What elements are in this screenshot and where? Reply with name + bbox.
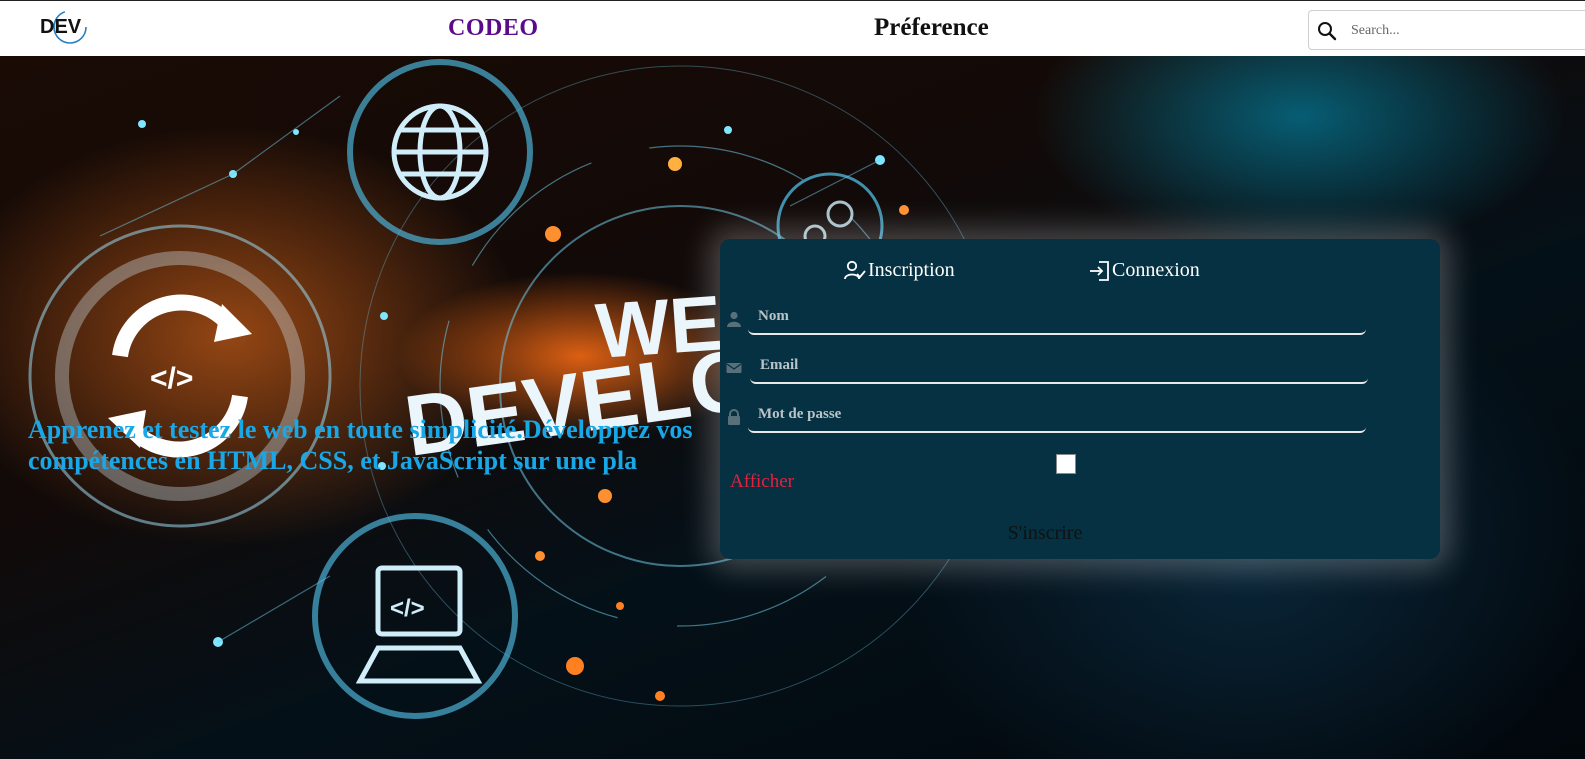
tab-inscription[interactable]: Inscription xyxy=(844,259,955,282)
show-password-label: Afficher xyxy=(730,471,795,492)
search-box xyxy=(1308,10,1585,50)
top-navbar: DEV CODEO Préference xyxy=(0,0,1585,56)
brand-link[interactable]: CODEO xyxy=(448,15,539,42)
dev-logo[interactable]: DEV xyxy=(36,9,100,45)
envelope-icon xyxy=(726,363,742,373)
name-field-row xyxy=(724,299,1366,339)
preference-link[interactable]: Préference xyxy=(874,14,989,42)
lock-icon xyxy=(728,409,740,425)
tab-connexion[interactable]: Connexion xyxy=(1088,259,1200,282)
user-icon xyxy=(727,311,741,327)
name-input[interactable] xyxy=(748,299,1366,335)
signup-button[interactable]: S'inscrire xyxy=(980,519,1110,547)
user-check-icon xyxy=(844,260,866,280)
password-field-row xyxy=(724,397,1366,437)
tab-connexion-label: Connexion xyxy=(1112,259,1200,281)
signup-panel: Inscription Connexion Afficher S'inscrir… xyxy=(720,239,1440,559)
globe-illustration xyxy=(347,59,533,245)
tab-inscription-label: Inscription xyxy=(868,259,955,281)
hero-tagline: Apprenez et testez le web en toute simpl… xyxy=(28,415,693,475)
show-password-checkbox[interactable] xyxy=(1056,454,1076,474)
svg-text:</>: </> xyxy=(390,595,425,622)
email-field-row xyxy=(724,348,1368,388)
search-input[interactable] xyxy=(1349,19,1583,43)
svg-text:DEV: DEV xyxy=(40,16,82,38)
search-icon[interactable] xyxy=(1317,21,1337,41)
refresh-circle-illustration: </> xyxy=(28,224,332,528)
svg-text:</>: </> xyxy=(150,362,193,395)
email-input[interactable] xyxy=(750,348,1368,384)
login-icon xyxy=(1090,261,1109,281)
password-input[interactable] xyxy=(748,397,1366,433)
laptop-code-illustration: </> xyxy=(312,513,518,719)
